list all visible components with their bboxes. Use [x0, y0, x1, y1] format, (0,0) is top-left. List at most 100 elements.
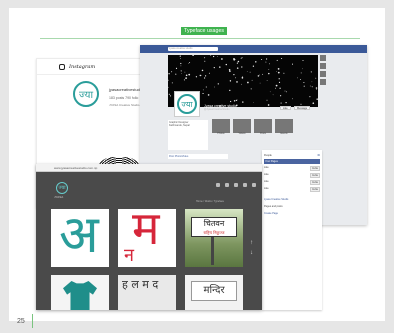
- cover-dot: [188, 63, 189, 64]
- cover-dot: [168, 86, 169, 88]
- cover-dot: [229, 89, 231, 92]
- cover-dot: [283, 72, 285, 74]
- social-icon[interactable]: [252, 183, 256, 187]
- cover-dot: [212, 55, 215, 58]
- profile-name: jyasacreativestudio: [109, 87, 144, 92]
- cover-dot: [257, 75, 260, 77]
- breadcrumb: Home / Works / Typeface: [196, 200, 224, 203]
- social-icon[interactable]: [225, 183, 229, 187]
- cover-dot: [180, 70, 182, 72]
- cover-dot: [250, 88, 252, 90]
- gallery-tile[interactable]: चितवन राष्ट्रिय निकुञ्ज: [185, 209, 243, 267]
- profile-stats: 183 posts 790 follo: [109, 96, 139, 100]
- thumb[interactable]: Videos: [233, 119, 251, 135]
- cover-dot: [233, 100, 236, 102]
- cover-dot: [277, 71, 280, 74]
- gallery-tile[interactable]: ह ल म द: [118, 275, 176, 310]
- cover-dot: [262, 73, 264, 75]
- cover-dot: [241, 66, 243, 68]
- social-icon[interactable]: [243, 183, 247, 187]
- list-item: People 30: [264, 154, 320, 157]
- social-icon[interactable]: [216, 183, 220, 187]
- facebook-topbar: Jyasa creative studio: [140, 45, 367, 53]
- page-avatar[interactable]: ज्या: [174, 91, 200, 117]
- cover-dot: [208, 72, 210, 74]
- section-tag: Typeface usages: [181, 27, 228, 35]
- cover-dot: [179, 55, 181, 57]
- thumb[interactable]: Posts: [254, 119, 272, 135]
- cover-dot: [278, 81, 281, 84]
- list-item[interactable]: Like Invite: [264, 166, 320, 171]
- list-item[interactable]: Like Invite: [264, 173, 320, 178]
- gallery-tile[interactable]: मन्दिर: [185, 275, 243, 310]
- cover-dot: [199, 74, 202, 77]
- cover-dot: [302, 68, 303, 70]
- cover-dot: [284, 90, 286, 92]
- cover-dot: [303, 85, 305, 87]
- cover-dot: [171, 71, 173, 73]
- devanagari-letter: म: [132, 209, 160, 255]
- cover-dot: [192, 55, 194, 56]
- gallery-tile[interactable]: अ: [51, 209, 109, 267]
- cover-dot: [253, 102, 254, 103]
- page-handle: @JyasaCreativeStudio: [204, 108, 230, 111]
- cover-dot: [175, 73, 177, 75]
- cover-dot: [259, 82, 261, 84]
- sidebar-header: Your Pages: [264, 159, 320, 164]
- cover-dot: [219, 66, 221, 68]
- avatar[interactable]: ज्या: [73, 81, 99, 107]
- thumb[interactable]: Events: [275, 119, 293, 135]
- cover-dot: [195, 76, 198, 78]
- thumb[interactable]: Photos: [212, 119, 230, 135]
- cover-dot: [246, 71, 248, 72]
- cover-dot: [285, 101, 287, 104]
- cover-dot: [241, 77, 244, 79]
- cover-dot: [183, 79, 185, 81]
- gallery-tile[interactable]: [51, 275, 109, 310]
- post-composer[interactable]: Post Photo/Video: [168, 154, 228, 159]
- cover-dot: [277, 68, 280, 70]
- cover-dot: [310, 71, 312, 73]
- cover-dot: [276, 59, 278, 61]
- search-input[interactable]: Jyasa creative studio: [168, 47, 218, 51]
- cover-dot: [204, 57, 206, 59]
- cover-dot: [188, 73, 191, 76]
- cover-dot: [292, 98, 293, 100]
- list-item[interactable]: Like Invite: [264, 187, 320, 192]
- website-mockup: www.jyasacreativestudio.com.np ज्या JYAS…: [36, 164, 262, 310]
- arrow-down-icon[interactable]: ↓: [250, 250, 253, 256]
- cover-dot: [180, 62, 182, 65]
- site-logo[interactable]: ज्या: [56, 182, 68, 194]
- arrow-up-icon[interactable]: ↑: [250, 240, 253, 246]
- cover-dot: [168, 93, 170, 95]
- cover-dot: [168, 73, 170, 75]
- cover-dot: [311, 86, 313, 88]
- cover-dot: [179, 58, 181, 60]
- sidebar-link[interactable]: Create Page: [264, 212, 320, 215]
- like-button[interactable]: Like: [280, 106, 291, 110]
- cover-dot: [242, 76, 243, 78]
- facebook-sidebar: People 30 Your Pages Like Invite Like Invit…: [262, 150, 322, 310]
- cover-dot: [181, 72, 182, 74]
- message-button[interactable]: Message: [294, 106, 311, 110]
- cover-dot: [233, 73, 235, 76]
- social-icon[interactable]: [234, 183, 238, 187]
- gallery-tile[interactable]: म न: [118, 209, 176, 267]
- about-card: Graphic Designer Kathmandu, Nepal: [168, 120, 208, 150]
- sidebar-link[interactable]: Pages and posts: [264, 205, 320, 208]
- cover-dot: [280, 95, 282, 97]
- signpost: [211, 237, 214, 265]
- devanagari-letter: अ: [59, 209, 99, 265]
- cover-dot: [236, 81, 238, 83]
- cover-dot: [207, 94, 210, 96]
- profile-bio: JYASA Creative Studio: [109, 103, 140, 107]
- camera-icon[interactable]: [59, 63, 65, 70]
- site-logo-text: JYASA: [54, 195, 64, 199]
- list-item[interactable]: Like Invite: [264, 180, 320, 185]
- cover-dot: [280, 102, 282, 104]
- sidebar-link[interactable]: Jyasa Creative Studio: [264, 198, 320, 201]
- cover-dot: [269, 91, 271, 93]
- cover-dot: [281, 57, 283, 60]
- url-bar[interactable]: www.jyasacreativestudio.com.np: [36, 164, 262, 172]
- cover-dot: [297, 77, 298, 79]
